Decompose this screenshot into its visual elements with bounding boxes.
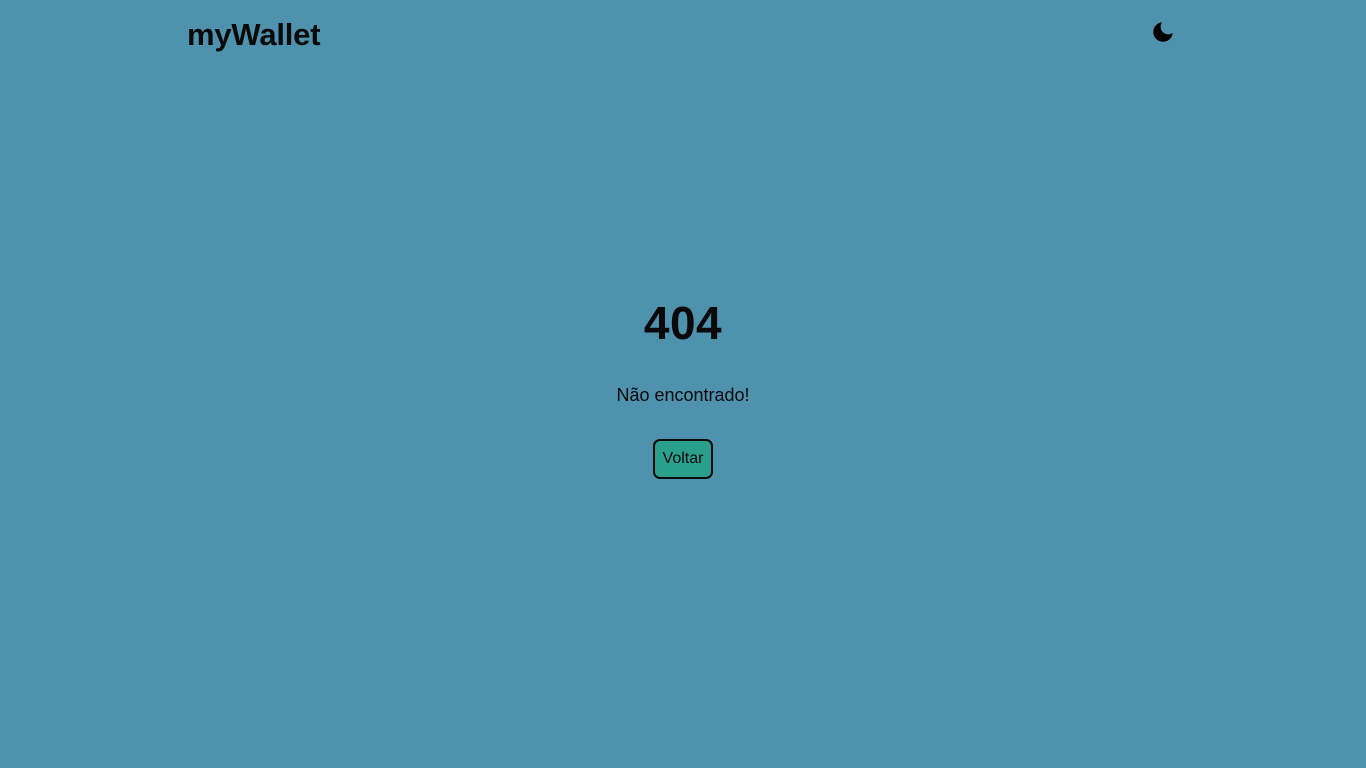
error-code: 404 [643, 297, 723, 349]
not-found-section: 404 Não encontrado! Voltar [0, 290, 1366, 479]
app-logo-title: myWallet [187, 17, 321, 52]
error-message: Não encontrado! [616, 385, 750, 405]
moon-icon [1150, 19, 1176, 45]
app-header: myWallet [187, 0, 1179, 70]
theme-toggle-button[interactable] [1147, 16, 1179, 48]
back-button[interactable]: Voltar [652, 439, 714, 479]
